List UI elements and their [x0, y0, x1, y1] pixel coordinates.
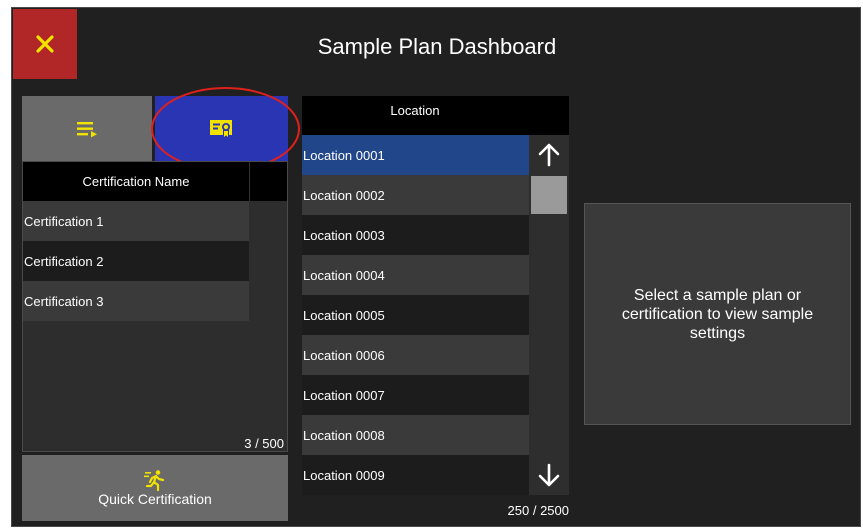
running-person-icon: [144, 470, 165, 491]
list-item[interactable]: Location 0002: [302, 175, 529, 215]
location-scrollbar[interactable]: [529, 135, 569, 495]
scroll-up-button[interactable]: [529, 135, 569, 175]
page-title: Sample Plan Dashboard: [317, 34, 557, 59]
dashboard-window: Sample Plan Dashboard Certification Name…: [11, 7, 861, 527]
close-icon: [36, 35, 54, 53]
location-list: Location 0001 Location 0002 Location 000…: [302, 135, 529, 495]
certification-count: 3 / 500: [244, 436, 284, 451]
list-item[interactable]: Location 0003: [302, 215, 529, 255]
list-item[interactable]: Location 0004: [302, 255, 529, 295]
quick-certification-button[interactable]: Quick Certification: [22, 455, 288, 521]
arrow-up-icon: [538, 143, 560, 167]
highlight-ring: [151, 87, 300, 171]
close-button[interactable]: [13, 9, 77, 79]
table-row[interactable]: Certification 2: [23, 241, 249, 281]
column-header-location[interactable]: Location: [302, 96, 528, 135]
scrollbar-thumb[interactable]: [531, 176, 567, 214]
list-item[interactable]: Location 0006: [302, 335, 529, 375]
list-icon: [77, 121, 97, 137]
header-spacer: [528, 96, 569, 135]
tab-sample-plans[interactable]: [22, 96, 152, 161]
quick-certification-label: Quick Certification: [98, 491, 212, 507]
table-row[interactable]: Certification 3: [23, 281, 249, 321]
list-item[interactable]: Location 0001: [302, 135, 529, 175]
certification-table-header: Certification Name: [23, 162, 287, 201]
list-item[interactable]: Location 0005: [302, 295, 529, 335]
sample-settings-panel: Select a sample plan or certification to…: [584, 203, 851, 425]
table-row[interactable]: Certification 1: [23, 201, 249, 241]
list-item[interactable]: Location 0007: [302, 375, 529, 415]
column-header-certification-name[interactable]: Certification Name: [23, 174, 249, 189]
list-item[interactable]: Location 0008: [302, 415, 529, 455]
scroll-down-button[interactable]: [529, 455, 569, 495]
column-divider: [249, 162, 250, 201]
list-item[interactable]: Location 0009: [302, 455, 529, 495]
location-count: 250 / 2500: [507, 503, 569, 518]
arrow-down-icon: [538, 463, 560, 487]
info-message: Select a sample plan or certification to…: [621, 286, 814, 342]
certification-table: Certification Name Certification 1 Certi…: [22, 161, 288, 452]
